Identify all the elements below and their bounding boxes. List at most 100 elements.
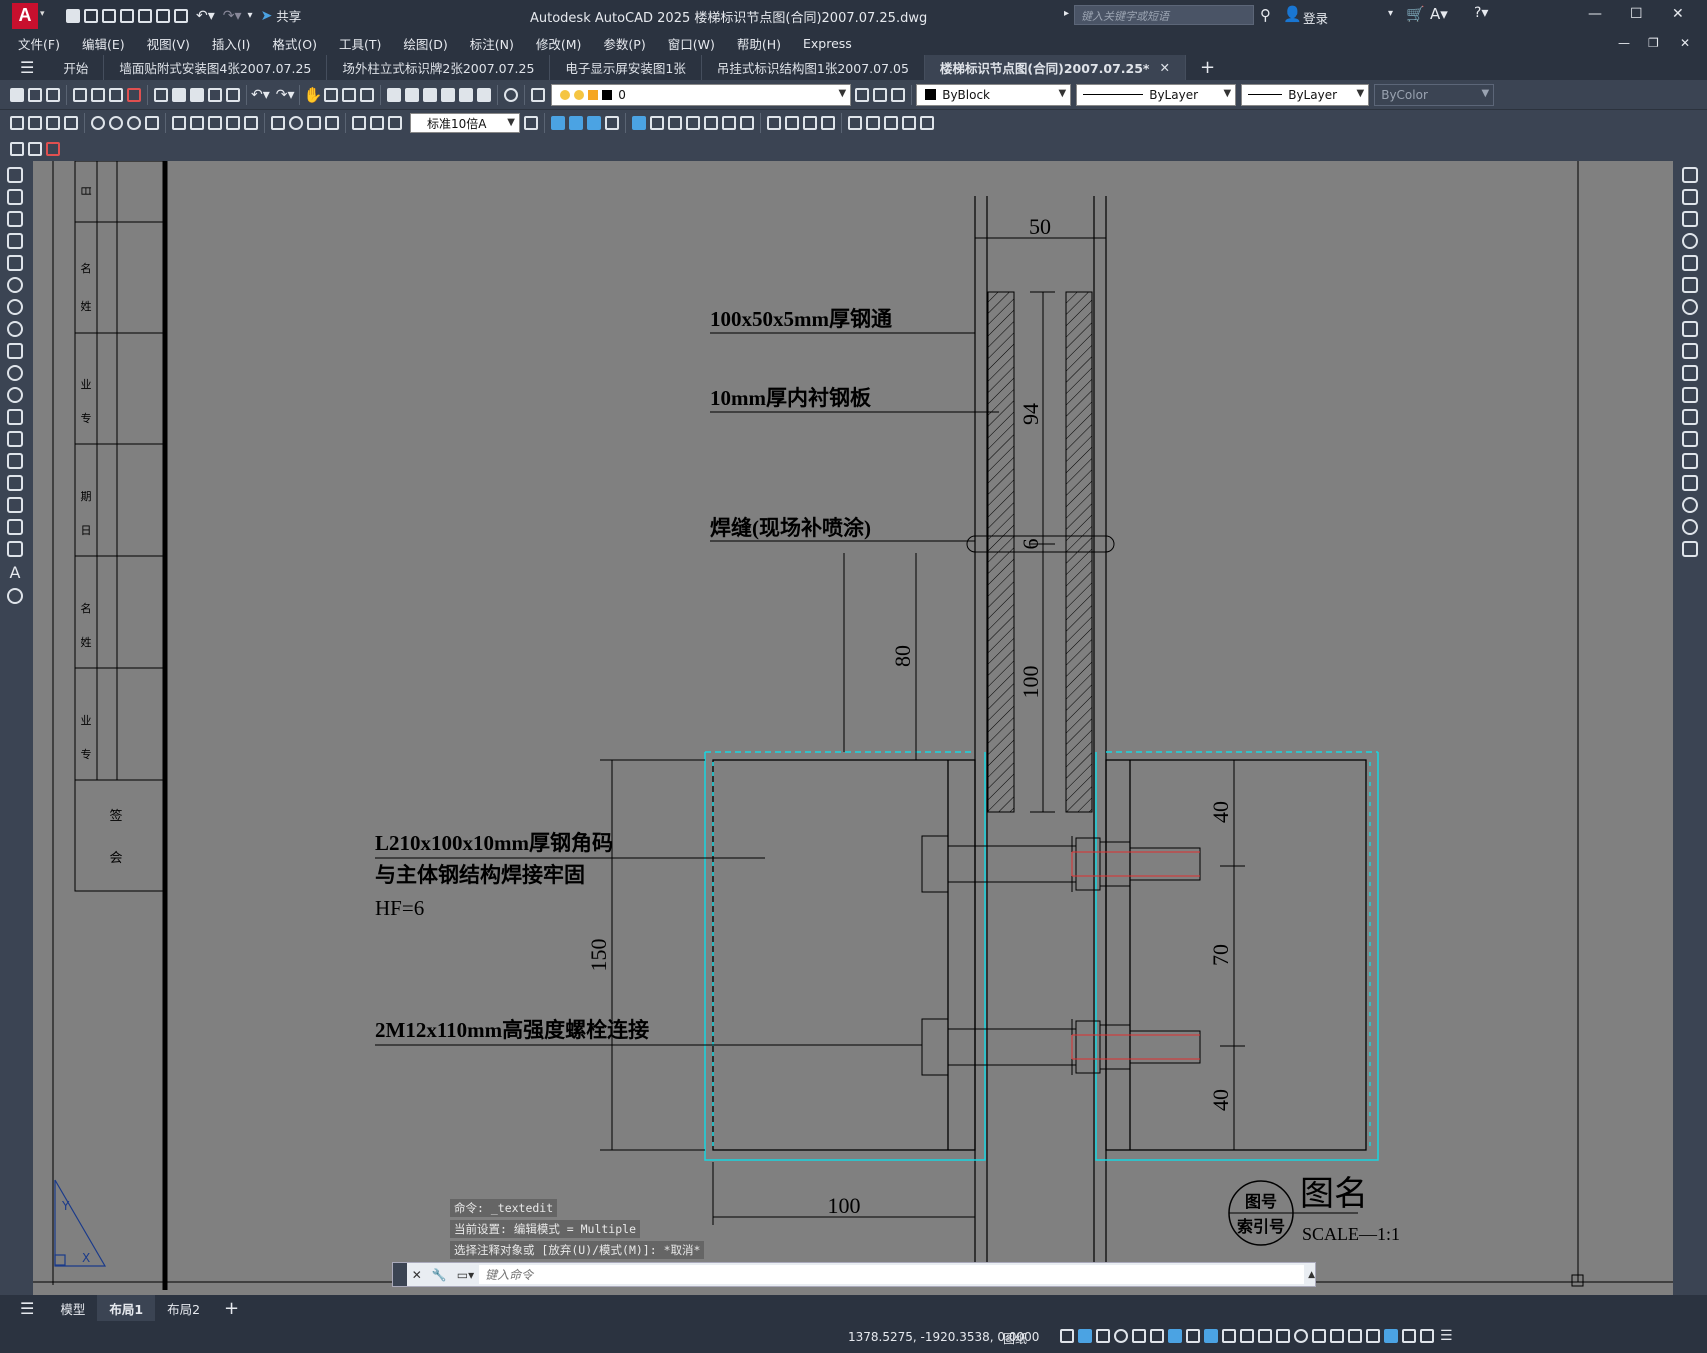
menu-view[interactable]: 视图(V): [136, 34, 201, 53]
login-button[interactable]: 登录: [1303, 8, 1328, 27]
break-icon[interactable]: [1681, 431, 1698, 447]
paste-icon[interactable]: [190, 87, 204, 102]
rectangle-icon[interactable]: [7, 255, 23, 271]
tab-file-active[interactable]: 楼梯标识节点图(合同)2007.07.25* ✕: [924, 55, 1186, 80]
angular-dim-icon[interactable]: [145, 116, 159, 130]
jogged-linear-icon[interactable]: [325, 116, 339, 130]
array-icon[interactable]: [1681, 255, 1698, 271]
erase-icon[interactable]: [1681, 167, 1698, 183]
arc-length-icon[interactable]: [46, 116, 60, 130]
close-button[interactable]: ✕: [1672, 6, 1684, 22]
tab-start[interactable]: 开始: [48, 55, 105, 80]
annotation-scale-icon[interactable]: [1276, 1329, 1290, 1343]
share-icon[interactable]: ➤: [261, 8, 273, 24]
dropdown-icon[interactable]: ▾: [40, 9, 54, 23]
doc-restore-button[interactable]: ❐: [1648, 36, 1659, 50]
lock-ui-icon[interactable]: [1366, 1329, 1380, 1343]
3d-array-icon[interactable]: [920, 116, 934, 130]
extract-edges-icon[interactable]: [821, 116, 835, 130]
copy-object-icon[interactable]: [1681, 189, 1698, 205]
clean-screen-icon[interactable]: [1420, 1329, 1434, 1343]
layer-lock-icon[interactable]: [588, 89, 599, 100]
explode-icon[interactable]: [1681, 541, 1698, 557]
gradient-icon[interactable]: [7, 497, 23, 513]
paper-space-toggle[interactable]: 图纸: [1003, 1330, 1027, 1347]
make-layer-current-icon[interactable]: [855, 87, 870, 102]
color-dropdown[interactable]: ByBlock ▼: [916, 83, 1072, 106]
linear-dim-icon[interactable]: [10, 116, 24, 130]
customize-icon[interactable]: ▾: [248, 10, 253, 21]
fillet-icon[interactable]: [1681, 497, 1698, 513]
export-icon[interactable]: [156, 8, 170, 23]
annotation-monitor-icon[interactable]: [1312, 1329, 1326, 1343]
3d-subtract-icon[interactable]: [587, 116, 601, 130]
undo-icon-2[interactable]: ↶▾: [251, 87, 270, 103]
arc-icon[interactable]: [7, 277, 23, 293]
section-icon[interactable]: [740, 116, 754, 130]
calculator-icon[interactable]: [477, 87, 492, 102]
break-at-point-icon[interactable]: [1681, 409, 1698, 425]
tab-file-1[interactable]: 墙面贴附式安装图4张2007.07.25: [104, 55, 328, 80]
menu-parameter[interactable]: 参数(P): [592, 34, 656, 53]
tab-layout1[interactable]: 布局1: [97, 1295, 156, 1321]
recent-commands-icon[interactable]: ▭▾: [452, 1268, 479, 1282]
autodesk-app-icon[interactable]: A▾: [1430, 5, 1448, 23]
add-layout-button[interactable]: +: [212, 1298, 251, 1319]
redo-icon-2[interactable]: ↷▾: [276, 87, 295, 103]
layer-state-icon[interactable]: [891, 87, 906, 102]
region-icon[interactable]: [7, 519, 23, 535]
new-tab-button[interactable]: +: [1186, 57, 1229, 78]
dim-text-edit-icon[interactable]: [370, 116, 384, 130]
plot-preview-icon[interactable]: [91, 87, 105, 102]
pan-icon[interactable]: ✋: [304, 86, 323, 104]
linetype-dropdown[interactable]: ByLayer ▼: [1076, 83, 1237, 106]
isolate-objects-icon[interactable]: [1384, 1329, 1398, 1343]
center-mark-icon[interactable]: [289, 116, 303, 130]
customize-command-icon[interactable]: 🔧: [427, 1268, 452, 1282]
search-input[interactable]: 键入关键字或短语: [1074, 5, 1254, 25]
layer-dropdown[interactable]: 0 ▼: [551, 83, 852, 106]
loft-icon[interactable]: [704, 116, 718, 130]
snap-mode-icon[interactable]: [1060, 1329, 1074, 1343]
expand-history-icon[interactable]: ▲: [1308, 1270, 1315, 1280]
dim-style-icon[interactable]: [524, 116, 538, 130]
menu-tools[interactable]: 工具(T): [328, 34, 392, 53]
slice-icon[interactable]: [722, 116, 736, 130]
customization-menu-icon[interactable]: ☰: [1440, 1328, 1453, 1344]
extrude-icon[interactable]: [632, 116, 646, 130]
graphics-performance-icon[interactable]: [1402, 1329, 1416, 1343]
continue-dim-icon[interactable]: [208, 116, 222, 130]
baseline-dim-icon[interactable]: [190, 116, 204, 130]
point-icon[interactable]: [7, 453, 23, 469]
chamfer-icon[interactable]: [1681, 475, 1698, 491]
transparency-icon[interactable]: [1204, 1329, 1218, 1343]
construction-line-icon[interactable]: [7, 189, 23, 205]
dim-edit-icon[interactable]: [352, 116, 366, 130]
move-icon[interactable]: [1681, 277, 1698, 293]
3d-union-icon[interactable]: [569, 116, 583, 130]
zoom-realtime-icon[interactable]: [324, 87, 339, 102]
login-dropdown-icon[interactable]: ▾: [1388, 8, 1393, 19]
dim-update-icon[interactable]: [388, 116, 402, 130]
trim-icon[interactable]: [1681, 365, 1698, 381]
tool-palettes-icon[interactable]: [423, 87, 438, 102]
command-input[interactable]: [479, 1265, 1305, 1284]
blend-curves-icon[interactable]: [1681, 519, 1698, 535]
annotation-visibility-icon[interactable]: [1258, 1329, 1272, 1343]
infer-constraints-icon[interactable]: [1078, 1329, 1092, 1343]
dimstyle-dropdown[interactable]: 标准10倍A ▼: [410, 113, 520, 133]
3d-print-icon[interactable]: [127, 87, 141, 102]
chamfer-edge-icon[interactable]: [803, 116, 817, 130]
drawing-canvas[interactable]: 日 名 姓 业 专 期 日 名 姓 业 专 签 会 Y X 50 94 6 80…: [33, 161, 1673, 1295]
zoom-window-icon[interactable]: [342, 87, 357, 102]
help-icon[interactable]: ?▾: [1474, 5, 1488, 21]
sweep-icon[interactable]: [668, 116, 682, 130]
jogged-dim-icon[interactable]: [109, 116, 123, 130]
drag-handle-icon[interactable]: [393, 1263, 407, 1286]
revolve-icon[interactable]: [686, 116, 700, 130]
redo-icon[interactable]: ↷▾: [223, 8, 242, 24]
join-icon[interactable]: [1681, 453, 1698, 469]
quick-dim-icon[interactable]: [172, 116, 186, 130]
dim-break-icon[interactable]: [244, 116, 258, 130]
copy-icon[interactable]: [172, 87, 186, 102]
